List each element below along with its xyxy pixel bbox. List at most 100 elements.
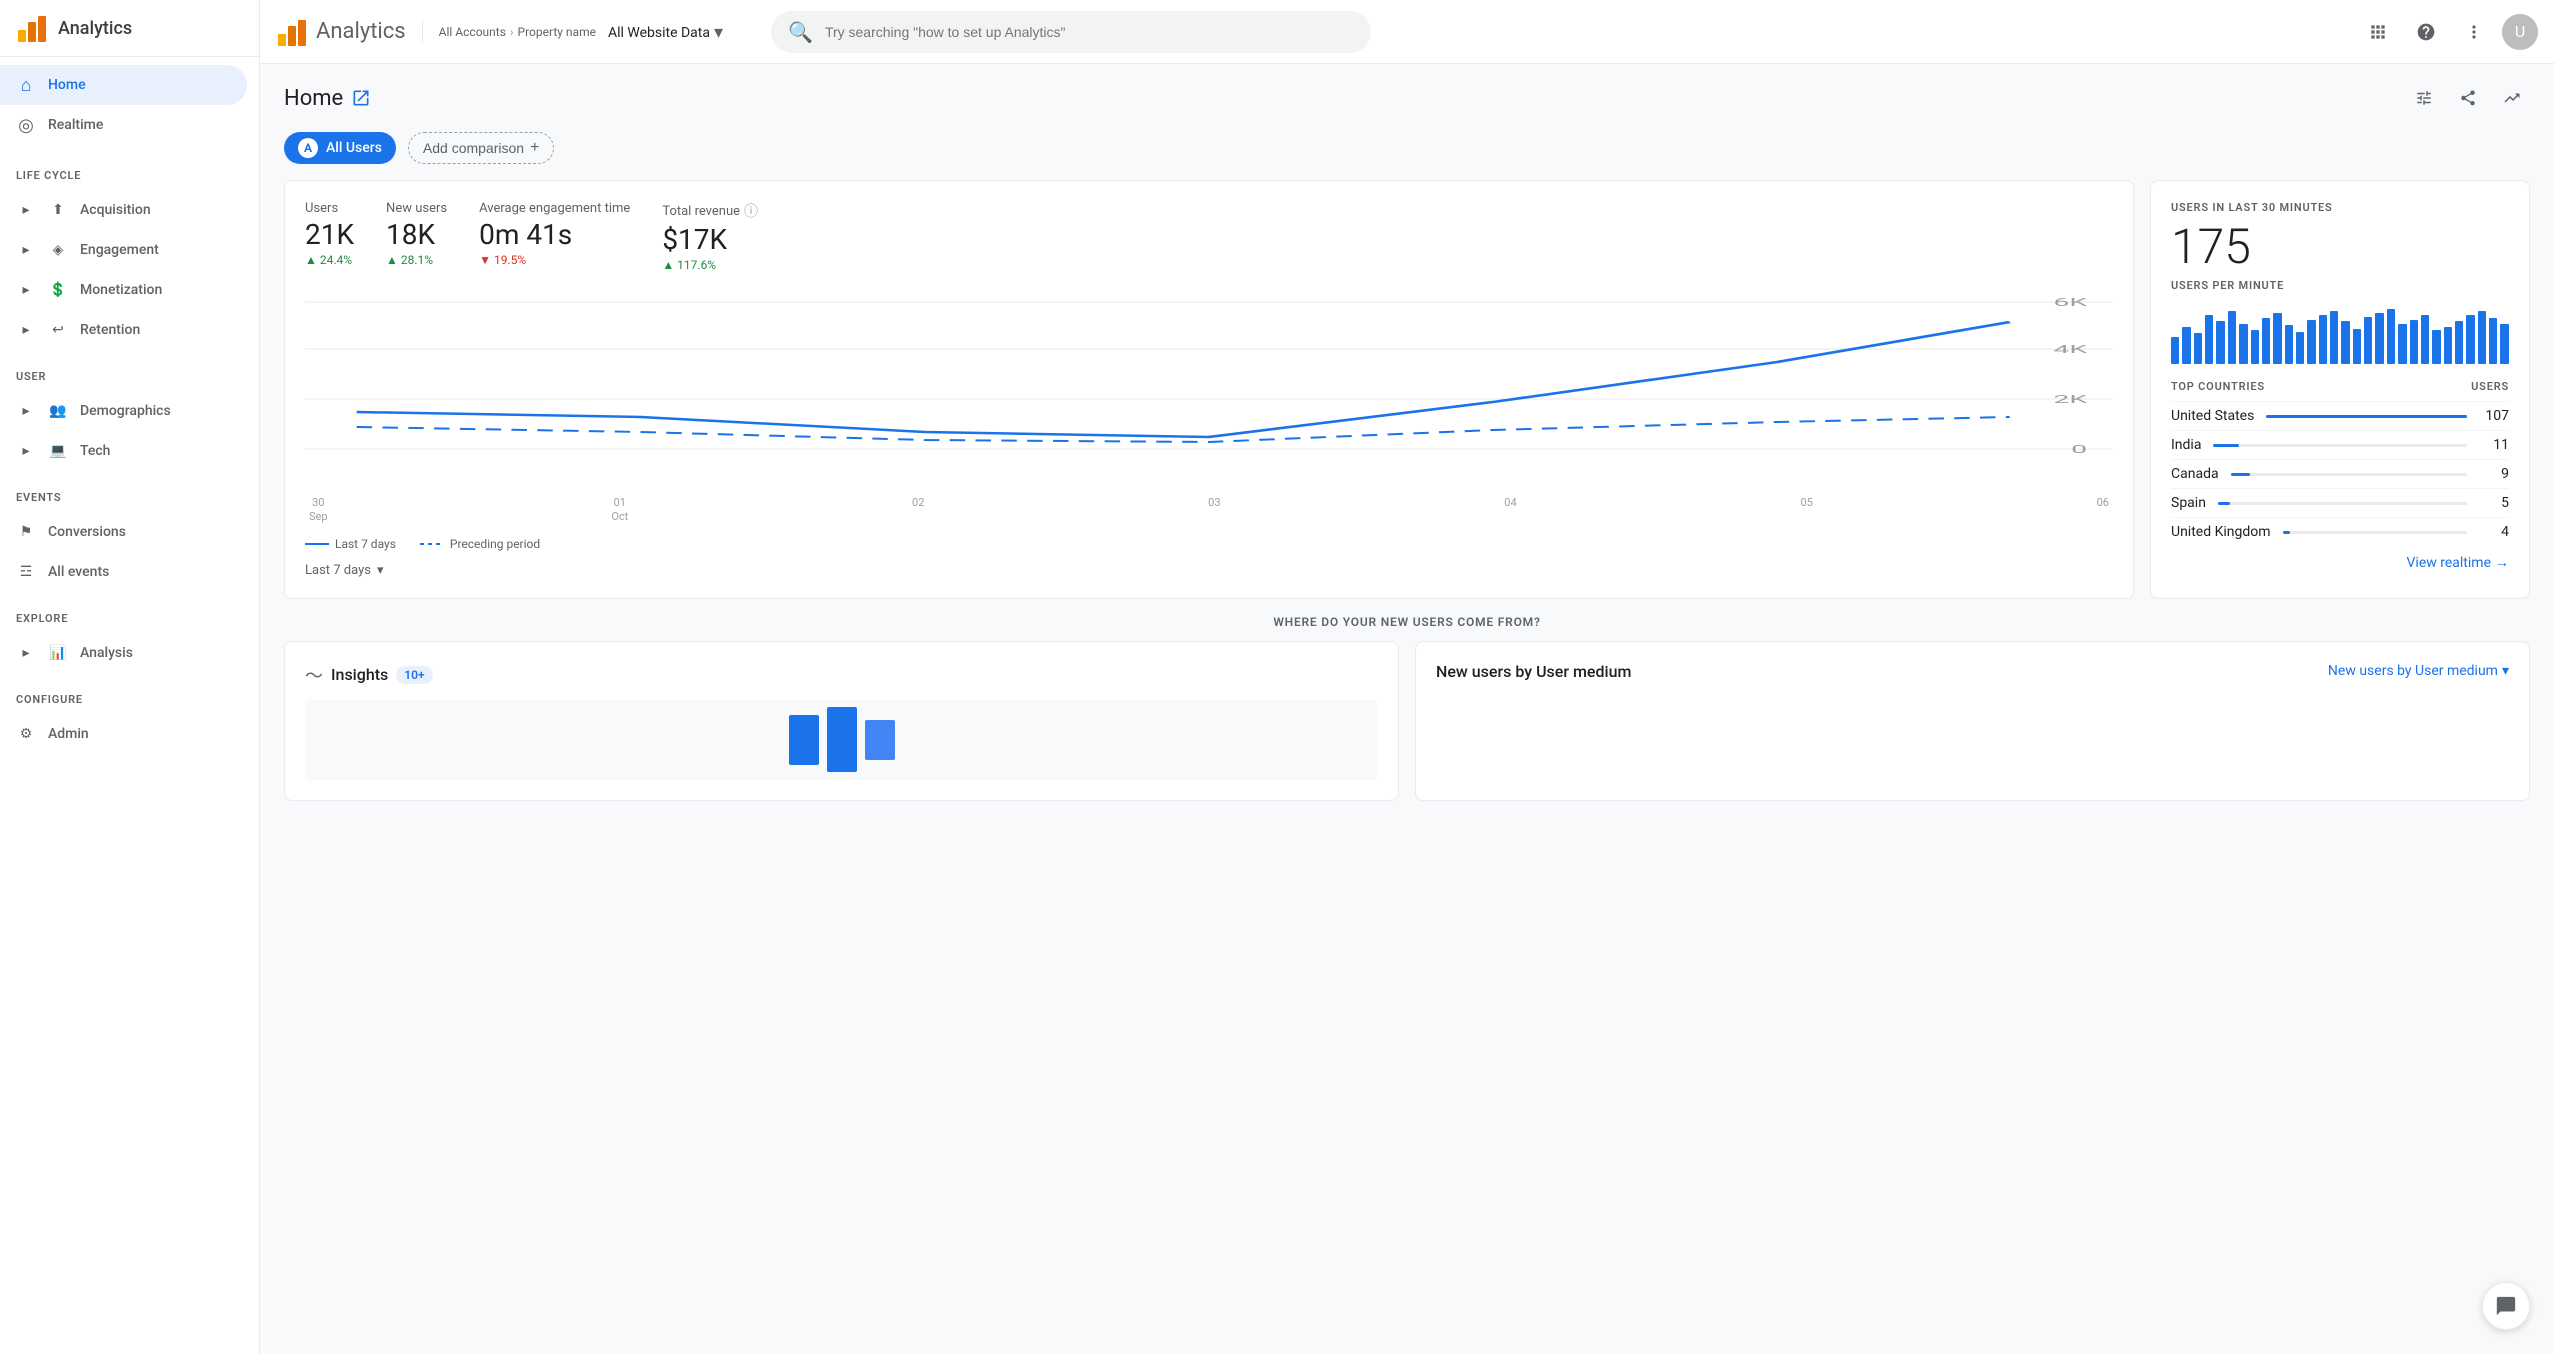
revenue-info-icon[interactable]: ⓘ [744, 201, 758, 221]
property-chevron-icon: ▾ [714, 22, 723, 43]
metric-users: Users 21K ▲ 24.4% [305, 201, 354, 272]
sidebar-item-home[interactable]: ⌂ Home [0, 65, 247, 105]
sidebar-item-realtime[interactable]: ◎ Realtime [0, 105, 247, 145]
property-selector[interactable]: All Website Data ▾ [608, 22, 723, 43]
realtime-bar-chart [2171, 304, 2509, 364]
grid-icon-button[interactable] [2358, 12, 2398, 52]
country-bar-0 [2266, 415, 2467, 418]
country-count-2: 9 [2479, 466, 2509, 482]
country-row: United States 107 [2171, 401, 2509, 430]
breadcrumb: All Accounts › Property name All Website… [422, 20, 723, 43]
metric-revenue-change: ▲ 117.6% [662, 258, 758, 272]
page-title-link-icon[interactable] [351, 88, 371, 108]
legend-last7: Last 7 days [305, 537, 396, 551]
sidebar-item-acquisition[interactable]: ▸ ⬆ Acquisition [0, 190, 259, 230]
sidebar-item-admin[interactable]: ⚙ Admin [0, 714, 247, 754]
metric-engagement: Average engagement time 0m 41s ▼ 19.5% [479, 201, 630, 272]
svg-text:6K: 6K [2053, 296, 2087, 309]
share-icon [2459, 89, 2477, 107]
breadcrumb-property[interactable]: Property name [518, 25, 596, 39]
insights-badge: 10+ [396, 666, 432, 684]
admin-icon: ⚙ [16, 724, 36, 744]
x-label-3: 03 [1208, 496, 1220, 525]
sidebar-item-engagement[interactable]: ▸ ◈ Engagement [0, 230, 259, 270]
expand-icon-retention: ▸ [16, 320, 36, 340]
mini-bar-22 [2421, 315, 2429, 364]
monetization-icon: 💲 [48, 280, 68, 300]
more-vert-icon [2464, 22, 2484, 42]
compare-button[interactable] [2494, 80, 2530, 116]
sidebar-item-conversions[interactable]: ⚑ Conversions [0, 512, 247, 552]
demographics-icon: 👥 [48, 401, 68, 421]
realtime-per-minute-label: Users per minute [2171, 279, 2509, 292]
period-selector[interactable]: Last 7 days ▾ [305, 563, 2113, 578]
sidebar-item-monetization[interactable]: ▸ 💲 Monetization [0, 270, 259, 310]
help-icon [2416, 22, 2436, 42]
sidebar-item-tech[interactable]: ▸ 💻 Tech [0, 431, 259, 471]
sidebar-item-engagement-label: Engagement [80, 242, 159, 258]
sidebar-item-demographics[interactable]: ▸ 👥 Demographics [0, 391, 259, 431]
mini-bar-13 [2319, 315, 2327, 364]
metric-revenue-value: $17K [662, 223, 758, 256]
breadcrumb-account[interactable]: All Accounts [439, 25, 506, 39]
share-button[interactable] [2450, 80, 2486, 116]
home-icon: ⌂ [16, 75, 36, 95]
add-comparison-button[interactable]: Add comparison + [408, 132, 555, 164]
content-area: Home A [260, 64, 2554, 1354]
legend-last7-label: Last 7 days [335, 537, 396, 551]
metric-new-users-change: ▲ 28.1% [386, 253, 447, 267]
bottom-section: 〜 Insights 10+ New users by User medium [284, 641, 2530, 801]
insight-bar-2 [827, 707, 857, 772]
header-app-name: Analytics [316, 19, 406, 44]
metric-new-users-value: 18K [386, 218, 447, 251]
metrics-row: Users 21K ▲ 24.4% New users 18K ▲ 28.1% … [305, 201, 2113, 272]
x-label-0: 30Sep [309, 496, 328, 525]
country-bar-wrap-4 [2283, 531, 2467, 534]
search-input[interactable] [825, 24, 1354, 40]
chat-fab-button[interactable] [2482, 1282, 2530, 1330]
countries-header: Top Countries Users [2171, 380, 2509, 393]
new-users-dropdown-chevron: ▾ [2502, 663, 2509, 679]
more-options-button[interactable] [2454, 12, 2494, 52]
mini-bar-6 [2239, 324, 2247, 364]
x-label-4: 04 [1504, 496, 1516, 525]
grid-icon [2368, 22, 2388, 42]
insights-title: Insights [331, 665, 388, 684]
legend-preceding-label: Preceding period [450, 537, 540, 551]
country-row: Spain 5 [2171, 488, 2509, 517]
all-users-chip[interactable]: A All Users [284, 132, 396, 164]
user-section-label: User [0, 354, 259, 387]
mini-bar-20 [2398, 324, 2406, 364]
country-count-1: 11 [2479, 437, 2509, 453]
svg-text:4K: 4K [2053, 343, 2087, 356]
expand-icon-engagement: ▸ [16, 240, 36, 260]
country-bar-wrap-0 [2266, 415, 2467, 418]
new-users-dropdown-label: New users by User medium [2328, 663, 2498, 679]
metric-engagement-change: ▼ 19.5% [479, 253, 630, 267]
sidebar-item-tech-label: Tech [80, 443, 110, 459]
x-label-5: 05 [1800, 496, 1812, 525]
svg-text:0: 0 [2071, 443, 2087, 456]
sidebar-item-retention[interactable]: ▸ ↩ Retention [0, 310, 259, 350]
x-label-2: 02 [912, 496, 924, 525]
sidebar-item-all-events[interactable]: ☲ All events [0, 552, 247, 592]
help-icon-button[interactable] [2406, 12, 2446, 52]
mini-bar-27 [2478, 311, 2486, 364]
main-content: Analytics All Accounts › Property name A… [260, 0, 2554, 1354]
metric-revenue: Total revenue ⓘ $17K ▲ 117.6% [662, 201, 758, 272]
where-section-label: Where do your new users come from? [284, 615, 2530, 629]
user-avatar[interactable]: U [2502, 14, 2538, 50]
where-section-label-container: Where do your new users come from? [284, 615, 2530, 629]
top-header: Analytics All Accounts › Property name A… [260, 0, 2554, 64]
sidebar-item-acquisition-label: Acquisition [80, 202, 151, 218]
chart-legend: Last 7 days Preceding period [305, 537, 2113, 551]
mini-bar-0 [2171, 337, 2179, 364]
view-realtime-link[interactable]: View realtime → [2171, 554, 2509, 571]
country-row: India 11 [2171, 430, 2509, 459]
sidebar-item-analysis[interactable]: ▸ 📊 Analysis [0, 633, 259, 673]
search-bar[interactable]: 🔍 [771, 11, 1371, 53]
new-users-dropdown[interactable]: New users by User medium ▾ [2328, 663, 2509, 679]
customize-report-button[interactable] [2406, 80, 2442, 116]
period-selector-label: Last 7 days [305, 563, 371, 578]
metric-users-change: ▲ 24.4% [305, 253, 354, 267]
